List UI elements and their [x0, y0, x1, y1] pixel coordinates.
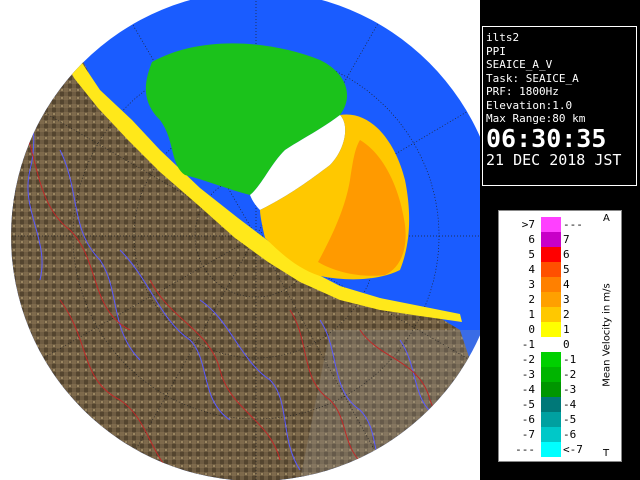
legend-upper-bound: 4 [563, 278, 570, 291]
elevation-value: Elevation:1.0 [486, 98, 573, 112]
field-name: SEAICE_A_V [486, 58, 553, 71]
scan-date: 21 DEC 2018 JST [486, 150, 622, 169]
legend-swatch [541, 442, 561, 457]
legend-swatch [541, 217, 561, 232]
legend-lower-bound: 0 [528, 323, 535, 336]
legend-upper-bound: 7 [563, 233, 570, 246]
legend-swatch [541, 367, 561, 382]
scan-time: 06:30:35 [486, 123, 607, 153]
legend-upper-bound: --- [563, 218, 583, 231]
legend-swatch [541, 427, 561, 442]
legend-upper-bound: -3 [563, 383, 577, 396]
info-panel: ilts2 PPI SEAICE_A_V Task: SEAICE_A PRF:… [480, 0, 640, 480]
legend-upper-bound: 1 [563, 323, 570, 336]
legend-lower-bound: -4 [521, 383, 535, 396]
legend-lower-bound: --- [515, 443, 535, 456]
site-name: ilts2 [486, 31, 520, 44]
legend-swatch [541, 292, 561, 307]
legend-lower-bound: -1 [521, 338, 535, 351]
legend-row: -2 -1 [503, 352, 603, 367]
legend-lower-bound: -5 [521, 398, 535, 411]
legend-row: -7 -6 [503, 427, 603, 442]
legend-upper-bound: 3 [563, 293, 570, 306]
prf-value: PRF: 1800Hz [486, 85, 559, 98]
legend-lower-bound: 6 [528, 233, 535, 246]
legend-row: -3 -2 [503, 367, 603, 382]
legend-lower-bound: -2 [521, 353, 535, 366]
radar-map-svg [0, 0, 480, 480]
legend-title: Mean Velocity in m/s [601, 283, 613, 387]
legend-swatch [541, 337, 561, 352]
legend-row: 67 [503, 232, 603, 247]
legend-swatch [541, 382, 561, 397]
legend-upper-bound: -1 [563, 353, 577, 366]
legend-row: 12 [503, 307, 603, 322]
velocity-legend: >7 --- 6 7 5 6 4 5 3 4 2 3 1 2 0 1 -1 0 -2 -1 -3 -2 -4 -3 -5 -4 -6… [498, 210, 622, 462]
legend-upper-bound: 6 [563, 248, 570, 261]
legend-upper-bound: 5 [563, 263, 570, 276]
legend-row: -6 -5 [503, 412, 603, 427]
legend-row: -4 -3 [503, 382, 603, 397]
legend-upper-bound: 0 [563, 338, 570, 351]
legend-lower-bound: -7 [521, 428, 535, 441]
legend-marker-top: A [603, 213, 610, 224]
legend-row: 23 [503, 292, 603, 307]
legend-swatch [541, 277, 561, 292]
legend-row: -1 0 [503, 337, 603, 352]
legend-swatch [541, 232, 561, 247]
legend-lower-bound: 1 [528, 308, 535, 321]
legend-row: 56 [503, 247, 603, 262]
legend-row: 45 [503, 262, 603, 277]
legend-row: 01 [503, 322, 603, 337]
legend-swatch [541, 247, 561, 262]
legend-lower-bound: >7 [521, 218, 535, 231]
product-type: PPI [486, 44, 506, 58]
legend-lower-bound: -6 [521, 413, 535, 426]
legend-swatch [541, 262, 561, 277]
task-name: Task: SEAICE_A [486, 71, 579, 85]
legend-lower-bound: 2 [528, 293, 535, 306]
legend-lower-bound: 3 [528, 278, 535, 291]
legend-upper-bound: -4 [563, 398, 577, 411]
legend-row: --- <-7 [503, 442, 603, 457]
legend-lower-bound: 4 [528, 263, 535, 276]
legend-lower-bound: -3 [521, 368, 535, 381]
scan-info-box: ilts2 PPI SEAICE_A_V Task: SEAICE_A PRF:… [482, 26, 637, 186]
radar-ppi-map[interactable] [0, 0, 480, 480]
legend-upper-bound: -5 [563, 413, 577, 426]
legend-marker-bottom: T [603, 448, 610, 459]
legend-swatch [541, 397, 561, 412]
legend-row: >7 --- [503, 217, 603, 232]
legend-upper-bound: -2 [563, 368, 577, 381]
legend-swatch [541, 322, 561, 337]
legend-swatch [541, 412, 561, 427]
legend-upper-bound: -6 [563, 428, 577, 441]
legend-swatch [541, 352, 561, 367]
legend-lower-bound: 5 [528, 248, 535, 261]
legend-upper-bound: <-7 [563, 443, 583, 456]
legend-row: -5 -4 [503, 397, 603, 412]
legend-upper-bound: 2 [563, 308, 570, 321]
legend-swatch [541, 307, 561, 322]
legend-row: 34 [503, 277, 603, 292]
